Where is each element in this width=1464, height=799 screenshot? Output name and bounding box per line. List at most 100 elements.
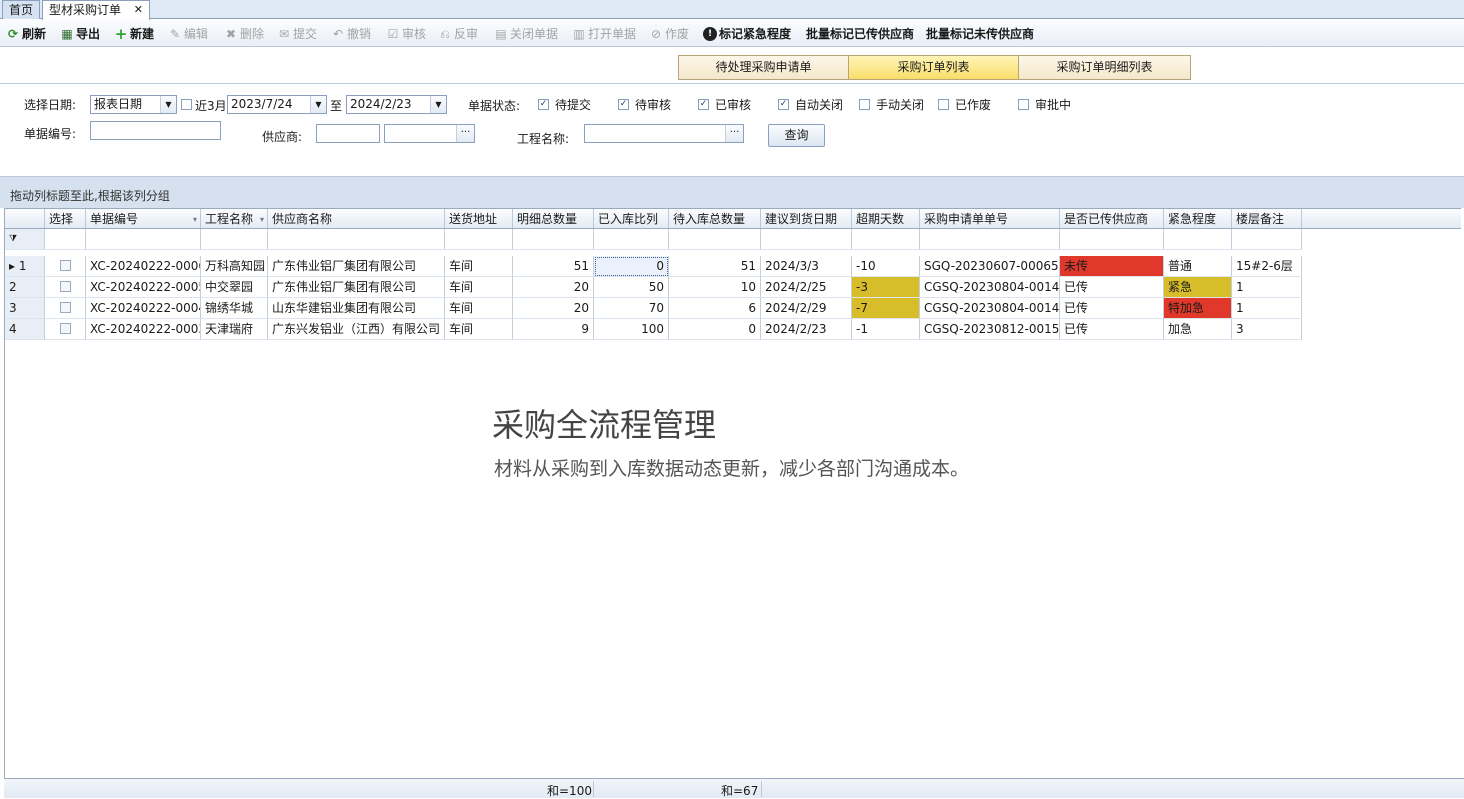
- supplier-name-input[interactable]: ···: [384, 124, 475, 143]
- project-input[interactable]: ···: [584, 124, 744, 143]
- tab-pending-requests[interactable]: 待处理采购申请单: [678, 55, 849, 80]
- submit-button[interactable]: ✉ 提交: [277, 25, 317, 43]
- filter-cell[interactable]: [920, 229, 1060, 250]
- column-header[interactable]: 超期天数: [852, 209, 920, 228]
- mark-urgency-button[interactable]: ! 标记紧急程度: [703, 25, 791, 43]
- row-checkbox[interactable]: [59, 323, 71, 334]
- filter-cell[interactable]: [513, 229, 594, 250]
- filter-icon[interactable]: ▾: [260, 210, 264, 228]
- filter-cell[interactable]: [669, 229, 761, 250]
- tab-purchase-order[interactable]: 型材采购订单 ✕: [42, 0, 150, 20]
- row-checkbox[interactable]: [59, 302, 71, 313]
- row-indicator: 3: [5, 298, 45, 319]
- filter-cell[interactable]: [268, 229, 445, 250]
- column-header[interactable]: 楼层备注: [1232, 209, 1302, 228]
- filter-icon[interactable]: ▾: [193, 210, 197, 228]
- query-button[interactable]: 查询: [768, 124, 825, 147]
- column-header[interactable]: 工程名称 ▾: [201, 209, 268, 228]
- refresh-button[interactable]: ⟳ 刷新: [6, 25, 46, 43]
- column-header[interactable]: 已入库比列: [594, 209, 669, 228]
- column-header[interactable]: 单据编号 ▾: [86, 209, 201, 228]
- column-header[interactable]: 供应商名称: [268, 209, 445, 228]
- chevron-down-icon[interactable]: ▼: [160, 96, 176, 113]
- export-button[interactable]: ▦ 导出: [60, 25, 100, 43]
- group-panel[interactable]: 拖动列标题至此,根据该列分组: [0, 176, 1464, 208]
- batch-mark-unsent-button[interactable]: 批量标记未传供应商: [926, 25, 1034, 43]
- status-checkbox[interactable]: 审批中: [1018, 96, 1071, 113]
- checkbox-icon: ✓: [778, 99, 789, 110]
- filter-icon: ⧩: [5, 229, 45, 250]
- date-type-select[interactable]: 报表日期 ▼: [90, 95, 177, 114]
- filter-cell[interactable]: [86, 229, 201, 250]
- cell-date: 2024/3/3: [761, 256, 852, 277]
- column-header[interactable]: 建议到货日期: [761, 209, 852, 228]
- batch-mark-sent-button[interactable]: 批量标记已传供应商: [806, 25, 914, 43]
- chevron-down-icon[interactable]: ▼: [430, 96, 446, 113]
- column-header[interactable]: 采购申请单单号: [920, 209, 1060, 228]
- column-header[interactable]: 是否已传供应商: [1060, 209, 1164, 228]
- column-header[interactable]: 紧急程度: [1164, 209, 1232, 228]
- status-checkbox[interactable]: ✓ 待提交: [538, 96, 591, 113]
- row-index: 4: [9, 322, 17, 336]
- void-button[interactable]: ⊘ 作废: [649, 25, 689, 43]
- grid-header: 选择 单据编号 ▾ 工程名称 ▾ 供应商名称 送货地址 明细总数量 已入库比列 待入库总数量 建议到…: [5, 208, 1461, 229]
- select-cell[interactable]: [45, 277, 86, 298]
- filter-cell[interactable]: [45, 229, 86, 250]
- chevron-down-icon[interactable]: ▼: [310, 96, 326, 113]
- select-cell[interactable]: [45, 298, 86, 319]
- audit-button[interactable]: ☑ 审核: [386, 25, 426, 43]
- table-row[interactable]: ▸ 1 XC-20240222-0006 万科高知园 广东伟业铝厂集团有限公司 车间 51…: [5, 256, 1302, 277]
- filter-cell[interactable]: [445, 229, 513, 250]
- project-label: 工程名称:: [517, 132, 570, 146]
- filter-cell[interactable]: [594, 229, 669, 250]
- close-icon[interactable]: ✕: [134, 1, 143, 19]
- status-checkbox[interactable]: 手动关闭: [859, 96, 924, 113]
- column-header-label: 工程名称: [205, 212, 254, 226]
- cell-ratio: 0: [594, 256, 669, 277]
- date-from-input[interactable]: 2023/7/24 ▼: [227, 95, 327, 114]
- group-hint: 拖动列标题至此,根据该列分组: [10, 189, 170, 203]
- filter-cell[interactable]: [1164, 229, 1232, 250]
- column-header-label: 建议到货日期: [765, 212, 838, 226]
- close-doc-button[interactable]: ▤ 关闭单据: [494, 25, 558, 43]
- filter-cell[interactable]: [852, 229, 920, 250]
- summary-footer: 和=100 和=67: [4, 778, 1464, 798]
- table-row[interactable]: 4 XC-20240222-0003 天津瑞府 广东兴发铝业（江西）有限公司 车间 9 10…: [5, 319, 1302, 340]
- filter-cell[interactable]: [1232, 229, 1302, 250]
- row-checkbox[interactable]: [59, 260, 71, 271]
- filter-row: ⧩: [5, 229, 1302, 250]
- ellipsis-icon[interactable]: ···: [725, 125, 743, 142]
- filter-cell[interactable]: [201, 229, 268, 250]
- column-header[interactable]: 选择: [45, 209, 86, 228]
- column-header[interactable]: 明细总数量: [513, 209, 594, 228]
- recent-checkbox[interactable]: [181, 99, 192, 110]
- tab-order-detail[interactable]: 采购订单明细列表: [1018, 55, 1191, 80]
- table-row[interactable]: 3 XC-20240222-0004 锦绣华城 山东华建铝业集团有限公司 车间 20 70 6…: [5, 298, 1302, 319]
- tab-home[interactable]: 首页: [2, 0, 40, 19]
- filter-cell[interactable]: [761, 229, 852, 250]
- status-checkbox[interactable]: ✓ 已审核: [698, 96, 751, 113]
- export-icon: ▦: [61, 27, 73, 41]
- tab-order-list[interactable]: 采购订单列表: [848, 55, 1019, 80]
- select-cell[interactable]: [45, 256, 86, 277]
- select-cell[interactable]: [45, 319, 86, 340]
- date-to-input[interactable]: 2024/2/23 ▼: [346, 95, 447, 114]
- status-checkbox[interactable]: ✓ 自动关闭: [778, 96, 843, 113]
- edit-button[interactable]: ✎ 编辑: [168, 25, 208, 43]
- filter-cell[interactable]: [1060, 229, 1164, 250]
- revoke-button[interactable]: ↶ 撤销: [331, 25, 371, 43]
- unaudit-button[interactable]: ⎌ 反审: [438, 25, 478, 43]
- status-checkbox[interactable]: ✓ 待审核: [618, 96, 671, 113]
- row-checkbox[interactable]: [59, 281, 71, 292]
- table-row[interactable]: 2 XC-20240222-0005 中交翠园 广东伟业铝厂集团有限公司 车间 20 50 1…: [5, 277, 1302, 298]
- status-checkbox[interactable]: 已作废: [938, 96, 991, 113]
- new-button[interactable]: + 新建: [114, 25, 154, 43]
- column-header[interactable]: 待入库总数量: [669, 209, 761, 228]
- column-header-label: 单据编号: [90, 212, 139, 226]
- column-header[interactable]: 送货地址: [445, 209, 513, 228]
- doc-no-input[interactable]: [90, 121, 221, 140]
- delete-button[interactable]: ✖ 删除: [224, 25, 264, 43]
- ellipsis-icon[interactable]: ···: [456, 125, 474, 142]
- open-doc-button[interactable]: ▥ 打开单据: [572, 25, 636, 43]
- supplier-code-input[interactable]: [316, 124, 380, 143]
